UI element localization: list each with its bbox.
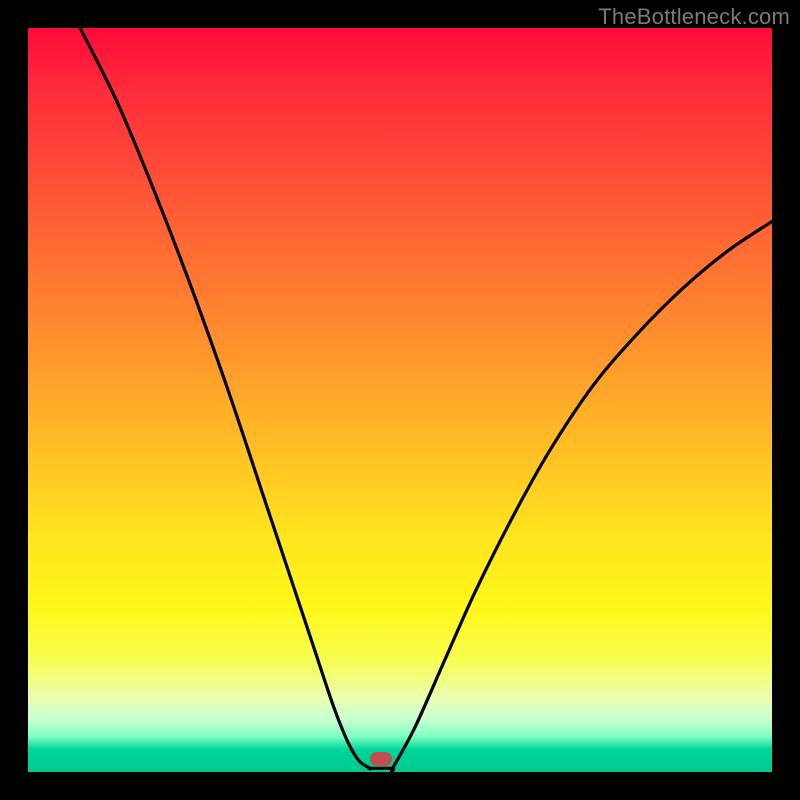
plot-area [28, 28, 772, 772]
chart-frame: TheBottleneck.com [0, 0, 800, 800]
bottleneck-curve [28, 28, 772, 772]
watermark-text: TheBottleneck.com [598, 4, 790, 30]
optimal-point-marker [370, 752, 392, 766]
curve-path [80, 28, 772, 771]
